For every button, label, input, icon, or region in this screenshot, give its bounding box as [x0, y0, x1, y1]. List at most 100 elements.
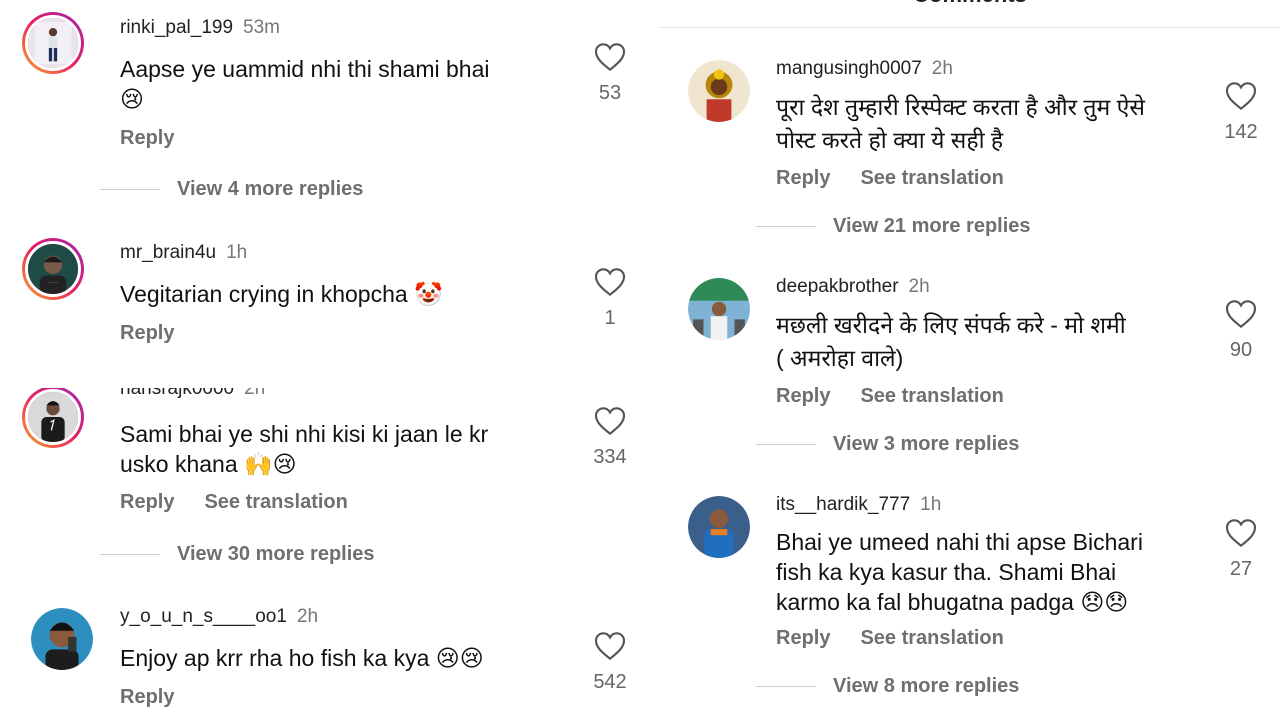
like-count: 53: [598, 82, 622, 104]
comment-actions: Reply See translation: [776, 627, 1004, 650]
username-text[interactable]: hansrajk0000: [120, 388, 234, 399]
heart-icon[interactable]: [594, 267, 626, 297]
comment-actions: Reply See translation: [776, 167, 1004, 190]
avatar[interactable]: [22, 12, 84, 74]
reply-button[interactable]: Reply: [120, 491, 174, 513]
username-text[interactable]: its__hardik_777: [776, 494, 910, 515]
heart-icon[interactable]: [594, 406, 626, 436]
comment-body-line: karmo ka fal bhugatna padga: [776, 589, 1074, 615]
timestamp: 2h: [244, 388, 266, 399]
comment-text: Vegitarian crying in khopcha 🤡: [120, 279, 560, 310]
view-more-label[interactable]: View 30 more replies: [177, 543, 375, 565]
see-translation-button[interactable]: See translation: [860, 167, 1003, 189]
timestamp: 53m: [243, 17, 280, 38]
like-control: 53: [580, 42, 640, 105]
view-more-replies[interactable]: View 30 more replies: [100, 543, 375, 566]
comment-text: मछली खरीदने के लिए संपर्क करे - मो शमी (…: [776, 309, 1206, 375]
like-count: 334: [593, 446, 627, 468]
reply-button[interactable]: Reply: [120, 686, 174, 708]
divider-line: [756, 226, 816, 228]
comment-body-line: ( अमरोहा वाले): [776, 345, 904, 371]
comment-body-line: मछली खरीदने के लिए संपर्क करे - मो शमी: [776, 312, 1126, 338]
see-translation-button[interactable]: See translation: [860, 385, 1003, 407]
comment-item: hansrajk0000 2h Sami bhai ye shi nhi kisi…: [0, 388, 650, 720]
comment-username[interactable]: hansrajk0000 2h: [120, 388, 265, 400]
header-divider: [660, 27, 1280, 28]
heart-icon[interactable]: [1225, 81, 1257, 111]
username-text[interactable]: rinki_pal_199: [120, 17, 233, 38]
comment-username[interactable]: y_o_u_n_s____oo1 2h: [120, 606, 318, 628]
comment-text: Bhai ye umeed nahi thi apse Bichari fish…: [776, 527, 1206, 618]
avatar[interactable]: ~~~~~: [22, 238, 84, 300]
heart-icon[interactable]: [1225, 518, 1257, 548]
comment-username[interactable]: mangusingh0007 2h: [776, 58, 953, 80]
avatar[interactable]: [31, 608, 93, 670]
comment-body-line: पूरा देश तुम्हारी रिस्पेक्ट करता है और त…: [776, 94, 1145, 120]
reply-button[interactable]: Reply: [120, 322, 174, 344]
comment-body: Aapse ye uammid nhi thi shami bhai: [120, 56, 490, 82]
view-more-replies[interactable]: View 4 more replies: [100, 178, 363, 201]
comment-username[interactable]: mr_brain4u 1h: [120, 242, 247, 264]
username-text[interactable]: y_o_u_n_s____oo1: [120, 606, 287, 627]
timestamp: 2h: [908, 276, 930, 297]
username-text[interactable]: mangusingh0007: [776, 58, 922, 79]
like-count: 90: [1229, 339, 1253, 361]
emoji: 🙌😢: [244, 452, 297, 478]
comment-text: Aapse ye uammid nhi thi shami bhai 😢: [120, 54, 560, 115]
divider-line: [100, 554, 160, 556]
emoji: 😢😢: [435, 646, 484, 672]
comment-body: Vegitarian crying in khopcha: [120, 281, 408, 307]
comment-username[interactable]: its__hardik_777 1h: [776, 494, 941, 516]
comment-username[interactable]: deepakbrother 2h: [776, 276, 930, 298]
heart-icon[interactable]: [594, 42, 626, 72]
view-more-replies[interactable]: View 3 more replies: [756, 433, 1019, 456]
timestamp: 2h: [296, 606, 319, 627]
timestamp: 1h: [920, 494, 942, 515]
see-translation-button[interactable]: See translation: [860, 627, 1003, 649]
comments-header: Comments: [660, 0, 1280, 8]
like-count: 142: [1224, 121, 1258, 143]
comment-body-line: Bhai ye umeed nahi thi apse Bichari: [776, 529, 1143, 555]
username-text[interactable]: deepakbrother: [776, 276, 899, 297]
view-more-label[interactable]: View 21 more replies: [833, 215, 1031, 237]
avatar[interactable]: [688, 60, 750, 122]
emoji: 🤡: [414, 282, 443, 308]
comment-body-line: Sami bhai ye shi nhi kisi ki jaan le kr: [120, 421, 489, 447]
timestamp: 2h: [931, 58, 953, 79]
like-count: 1: [604, 307, 616, 329]
timestamp: 1h: [226, 242, 248, 263]
reply-button[interactable]: Reply: [776, 627, 830, 649]
comment-body-line: usko khana: [120, 451, 238, 477]
like-control: 542: [580, 631, 640, 694]
avatar[interactable]: [688, 278, 750, 340]
like-control: 1: [580, 267, 640, 330]
comment-text: Enjoy ap krr rha ho fish ka kya 😢😢: [120, 643, 570, 674]
right-comments-panel: Comments mangusingh0007 2h पूरा देश तुम्ह…: [660, 0, 1280, 720]
username-text[interactable]: mr_brain4u: [120, 242, 216, 263]
like-control: 334: [580, 406, 640, 469]
comment-body-line: fish ka kya kasur tha. Shami Bhai: [776, 559, 1117, 585]
view-more-label[interactable]: View 3 more replies: [833, 433, 1019, 455]
comment-actions: Reply See translation: [776, 385, 1004, 408]
avatar[interactable]: [22, 388, 84, 448]
see-translation-button[interactable]: See translation: [204, 491, 347, 513]
comment-text: पूरा देश तुम्हारी रिस्पेक्ट करता है और त…: [776, 91, 1206, 157]
like-count: 542: [593, 671, 627, 693]
view-more-label[interactable]: View 8 more replies: [833, 675, 1019, 697]
reply-button[interactable]: Reply: [776, 385, 830, 407]
left-comments-panel: rinki_pal_199 53m Aapse ye uammid nhi thi…: [0, 0, 650, 720]
heart-icon[interactable]: [1225, 299, 1257, 329]
view-more-replies[interactable]: View 21 more replies: [756, 215, 1031, 238]
heart-icon[interactable]: [594, 631, 626, 661]
comment-username[interactable]: rinki_pal_199 53m: [120, 17, 280, 39]
reply-button[interactable]: Reply: [120, 127, 174, 149]
comment-actions: Reply See translation: [120, 491, 348, 514]
avatar[interactable]: [688, 496, 750, 558]
view-more-label[interactable]: View 4 more replies: [177, 178, 363, 200]
svg-text:~~~~~: ~~~~~: [48, 281, 58, 285]
like-control: 142: [1211, 81, 1271, 144]
emoji: 😢: [120, 87, 144, 113]
divider-line: [100, 189, 160, 191]
view-more-replies[interactable]: View 8 more replies: [756, 675, 1019, 698]
reply-button[interactable]: Reply: [776, 167, 830, 189]
